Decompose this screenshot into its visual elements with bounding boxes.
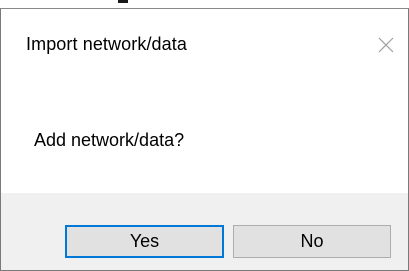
import-dialog: Import network/data Add network/data? Ye…	[0, 8, 409, 271]
dialog-content: Add network/data?	[1, 79, 408, 184]
background-window-mark	[118, 0, 128, 3]
no-button[interactable]: No	[233, 225, 391, 258]
screen: Import network/data Add network/data? Ye…	[0, 0, 409, 271]
dialog-title: Import network/data	[26, 34, 187, 54]
close-button[interactable]	[364, 25, 408, 65]
dialog-message: Add network/data?	[34, 130, 185, 150]
dialog-titlebar: Import network/data	[1, 9, 408, 79]
yes-button[interactable]: Yes	[65, 225, 224, 258]
close-icon	[378, 37, 394, 53]
dialog-button-bar: Yes No	[1, 193, 408, 270]
